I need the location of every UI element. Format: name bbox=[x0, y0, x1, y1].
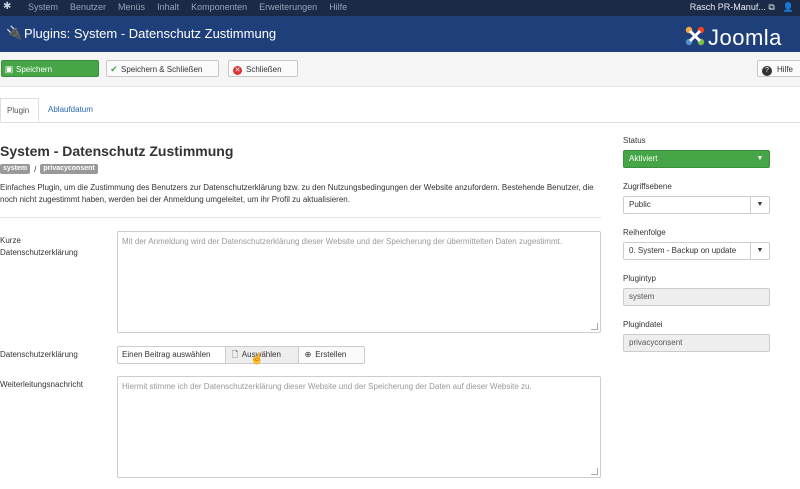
status-select[interactable]: Aktiviert ▼ bbox=[623, 150, 770, 168]
menu-item-help[interactable]: Hilfe bbox=[329, 2, 347, 13]
tab-expiry[interactable]: Ablaufdatum bbox=[42, 98, 99, 122]
caret-down-icon: ▼ bbox=[756, 155, 764, 162]
admin-top-nav: ✱ System Benutzer Menüs Inhalt Komponent… bbox=[0, 0, 800, 16]
short-privacy-placeholder: Mit der Anmeldung wird der Datenschutzer… bbox=[122, 237, 563, 246]
plugin-title: System - Datenschutz Zustimmung bbox=[0, 143, 234, 159]
privacy-article-value: Einen Beitrag auswählen bbox=[117, 346, 226, 364]
joomla-brand: Joomla bbox=[684, 23, 782, 49]
plugin-file-label: Plugindatei bbox=[623, 320, 663, 329]
plugin-file-field: privacyconsent bbox=[623, 334, 770, 352]
help-button[interactable]: ? Hilfe bbox=[757, 60, 800, 77]
save-and-close-button[interactable]: ✔ Speichern & Schließen bbox=[106, 60, 219, 77]
question-circle-icon: ? bbox=[762, 66, 772, 76]
resize-handle-icon[interactable] bbox=[591, 468, 598, 475]
menu-item-menus[interactable]: Menüs bbox=[118, 2, 145, 13]
joomla-brand-icon bbox=[685, 26, 705, 46]
save-button[interactable]: ▣ Speichern bbox=[1, 60, 99, 77]
tab-bar: Plugin Ablaufdatum bbox=[0, 98, 800, 123]
menu-item-system[interactable]: System bbox=[28, 2, 58, 13]
privacy-article-label: Datenschutzerklärung bbox=[0, 350, 78, 359]
toolbar: ▣ Speichern ✔ Speichern & Schließen ✕ Schli… bbox=[0, 52, 800, 87]
access-label: Zugriffsebene bbox=[623, 182, 672, 191]
plugin-badges: system / privacyconsent bbox=[0, 164, 98, 174]
joomla-logo-icon[interactable]: ✱ bbox=[3, 2, 13, 12]
site-link[interactable]: Rasch PR-Manuf... ⧉ bbox=[690, 2, 775, 13]
resize-handle-icon[interactable] bbox=[591, 323, 598, 330]
plus-circle-icon: ⊕ bbox=[304, 350, 312, 359]
user-icon[interactable]: 👤 bbox=[783, 2, 794, 13]
access-select[interactable]: Public ▼ bbox=[623, 196, 770, 214]
caret-down-icon: ▼ bbox=[750, 197, 769, 213]
page-header-title: Plugins: System - Datenschutz Zustimmung bbox=[24, 26, 277, 41]
joomla-brand-text: Joomla bbox=[708, 25, 782, 50]
plugin-description: Einfaches Plugin, um die Zustimmung des … bbox=[0, 183, 594, 204]
external-link-icon: ⧉ bbox=[768, 2, 775, 12]
element-badge: privacyconsent bbox=[40, 164, 98, 174]
plugin-type-field: system bbox=[623, 288, 770, 306]
close-circle-icon: ✕ bbox=[233, 66, 242, 75]
folder-badge: system bbox=[0, 164, 31, 174]
caret-down-icon: ▼ bbox=[750, 243, 769, 259]
short-privacy-label: Kurze Datenschutzerklärung bbox=[0, 236, 78, 257]
floppy-disk-icon: ▣ bbox=[4, 64, 14, 74]
mouse-pointer-icon: ☝ bbox=[250, 353, 264, 365]
status-label: Status bbox=[623, 136, 646, 145]
create-article-button[interactable]: ⊕ Erstellen bbox=[299, 346, 365, 364]
menu-item-users[interactable]: Benutzer bbox=[70, 2, 106, 13]
redirect-message-textarea[interactable]: Hiermit stimme ich der Datenschutzerklär… bbox=[117, 376, 601, 478]
redirect-message-placeholder: Hiermit stimme ich der Datenschutzerklär… bbox=[122, 382, 532, 391]
plugin-type-label: Plugintyp bbox=[623, 274, 656, 283]
plug-icon: 🔌 bbox=[6, 25, 23, 40]
redirect-message-label: Weiterleitungsnachricht bbox=[0, 380, 84, 389]
menu-item-content[interactable]: Inhalt bbox=[157, 2, 179, 13]
file-icon: 🗋 bbox=[231, 350, 239, 359]
close-button[interactable]: ✕ Schließen bbox=[228, 60, 298, 77]
ordering-label: Reihenfolge bbox=[623, 228, 666, 237]
tab-plugin[interactable]: Plugin bbox=[0, 98, 39, 122]
short-privacy-textarea[interactable]: Mit der Anmeldung wird der Datenschutzer… bbox=[117, 231, 601, 333]
privacy-article-select: Einen Beitrag auswählen 🗋 Auswählen ⊕ Er… bbox=[117, 346, 365, 364]
page-header: 🔌 Plugins: System - Datenschutz Zustimmu… bbox=[0, 16, 800, 52]
menu-item-components[interactable]: Komponenten bbox=[191, 2, 247, 13]
menu-item-extensions[interactable]: Erweiterungen bbox=[259, 2, 317, 13]
divider bbox=[0, 217, 601, 218]
topnav-right: Rasch PR-Manuf... ⧉ 👤 bbox=[690, 2, 794, 13]
ordering-select[interactable]: 0. System - Backup on update ▼ bbox=[623, 242, 770, 260]
checkmark-icon: ✔ bbox=[110, 64, 118, 74]
badge-separator: / bbox=[34, 164, 37, 174]
admin-menu: System Benutzer Menüs Inhalt Komponenten… bbox=[28, 2, 359, 13]
